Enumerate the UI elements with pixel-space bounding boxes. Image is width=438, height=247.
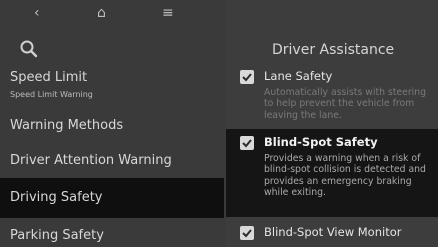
nav-bar: ‹ ⌂ ≡: [0, 0, 180, 30]
menu-item-speed-limit[interactable]: Speed Limit Speed Limit Warning: [0, 64, 224, 104]
menu-item-label: Parking Safety: [10, 228, 104, 243]
option-description: Provides a warning when a risk of blind-…: [264, 153, 426, 199]
blind-spot-safety-checkbox[interactable]: [240, 136, 254, 150]
settings-menu-pane: ‹ ⌂ ≡ Speed Limit Speed Limit Warning Wa…: [0, 0, 230, 247]
option-blind-spot-safety[interactable]: Blind-Spot Safety Provides a warning whe…: [226, 129, 438, 217]
menu-item-label: Driving Safety: [10, 190, 103, 205]
driver-assistance-screen: ‹ ⌂ ≡ Speed Limit Speed Limit Warning Wa…: [0, 0, 438, 247]
menu-item-warning-methods[interactable]: Warning Methods: [0, 108, 224, 144]
option-label: Blind-Spot View Monitor: [264, 225, 402, 239]
panel-title: Driver Assistance: [272, 42, 395, 58]
lane-safety-checkbox[interactable]: [240, 70, 254, 84]
menu-item-sublabel: Speed Limit Warning: [10, 90, 93, 99]
option-lane-safety[interactable]: Lane Safety Automatically assists with s…: [226, 66, 438, 128]
check-icon: [242, 229, 252, 238]
home-icon[interactable]: ⌂: [97, 6, 106, 20]
option-blind-spot-view-monitor[interactable]: Blind-Spot View Monitor: [226, 221, 438, 247]
blind-spot-view-monitor-checkbox[interactable]: [240, 226, 254, 240]
option-label: Blind-Spot Safety: [264, 135, 378, 149]
menu-item-label: Warning Methods: [10, 118, 124, 133]
menu-icon[interactable]: ≡: [162, 6, 174, 20]
menu-item-label: Driver Attention Warning: [10, 153, 172, 168]
search-icon[interactable]: [18, 38, 40, 60]
option-label: Lane Safety: [264, 69, 333, 83]
menu-item-parking-safety[interactable]: Parking Safety: [0, 222, 224, 247]
menu-item-driving-safety[interactable]: Driving Safety: [0, 178, 224, 218]
check-icon: [242, 139, 252, 148]
chevron-left-icon[interactable]: ‹: [34, 6, 40, 20]
option-description: Automatically assists with steering to h…: [264, 87, 427, 121]
driver-assistance-panel: Driver Assistance Lane Safety Automatica…: [226, 0, 438, 247]
menu-item-driver-attention-warning[interactable]: Driver Attention Warning: [0, 145, 224, 181]
check-icon: [242, 73, 252, 82]
menu-item-label: Speed Limit: [10, 70, 88, 85]
